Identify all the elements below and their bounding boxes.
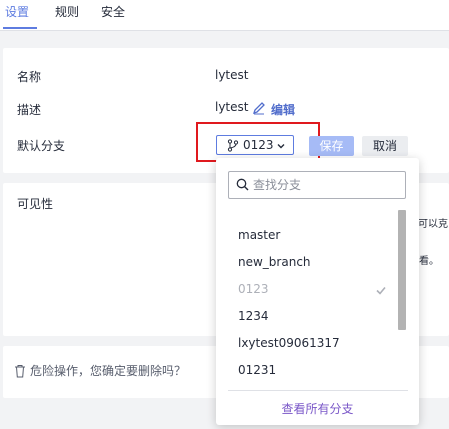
branch-option-master[interactable]: master	[238, 228, 280, 242]
active-tab-indicator	[3, 27, 37, 29]
highlight-annotation-box	[196, 122, 320, 162]
default-branch-label: 默认分支	[17, 139, 66, 153]
trash-icon[interactable]	[14, 364, 26, 381]
name-label: 名称	[17, 70, 42, 84]
branch-option-lxytest09061317[interactable]: lxytest09061317	[238, 336, 340, 350]
check-icon	[376, 284, 386, 298]
branch-option-1234[interactable]: 1234	[238, 309, 269, 323]
tab-security[interactable]: 安全	[101, 3, 125, 20]
dropdown-scrollbar[interactable]	[398, 210, 406, 330]
branch-search-box[interactable]	[228, 171, 406, 199]
tab-settings[interactable]: 设置	[5, 3, 29, 20]
dropdown-divider	[228, 390, 408, 391]
edit-pencil-icon[interactable]	[252, 101, 266, 118]
branch-option-0123[interactable]: 0123	[238, 282, 269, 296]
branch-search-input[interactable]	[253, 176, 398, 194]
cancel-button[interactable]: 取消	[362, 136, 408, 156]
tab-rules[interactable]: 规则	[55, 3, 79, 20]
branch-dropdown-menu: master new_branch 0123 1234 lxytest09061…	[216, 158, 419, 425]
edit-link[interactable]: 编辑	[271, 101, 295, 118]
tab-bar: 设置 规则 安全	[0, 0, 449, 31]
view-all-branches-link[interactable]: 查看所有分支	[216, 400, 419, 417]
branch-option-01231[interactable]: 01231	[238, 363, 276, 377]
name-value: lytest	[215, 68, 249, 82]
branch-option-new-branch[interactable]: new_branch	[238, 255, 311, 269]
visibility-label: 可见性	[17, 197, 54, 211]
visibility-description-fragment-2: 看。	[419, 256, 439, 267]
save-button[interactable]: 保存	[309, 136, 354, 156]
description-value: lytest	[215, 100, 249, 114]
danger-operation-text: 危险操作，您确定要删除吗？	[30, 364, 187, 378]
search-icon	[236, 178, 249, 194]
description-label: 描述	[17, 103, 42, 117]
visibility-description-fragment-1: 可以克	[418, 219, 448, 230]
